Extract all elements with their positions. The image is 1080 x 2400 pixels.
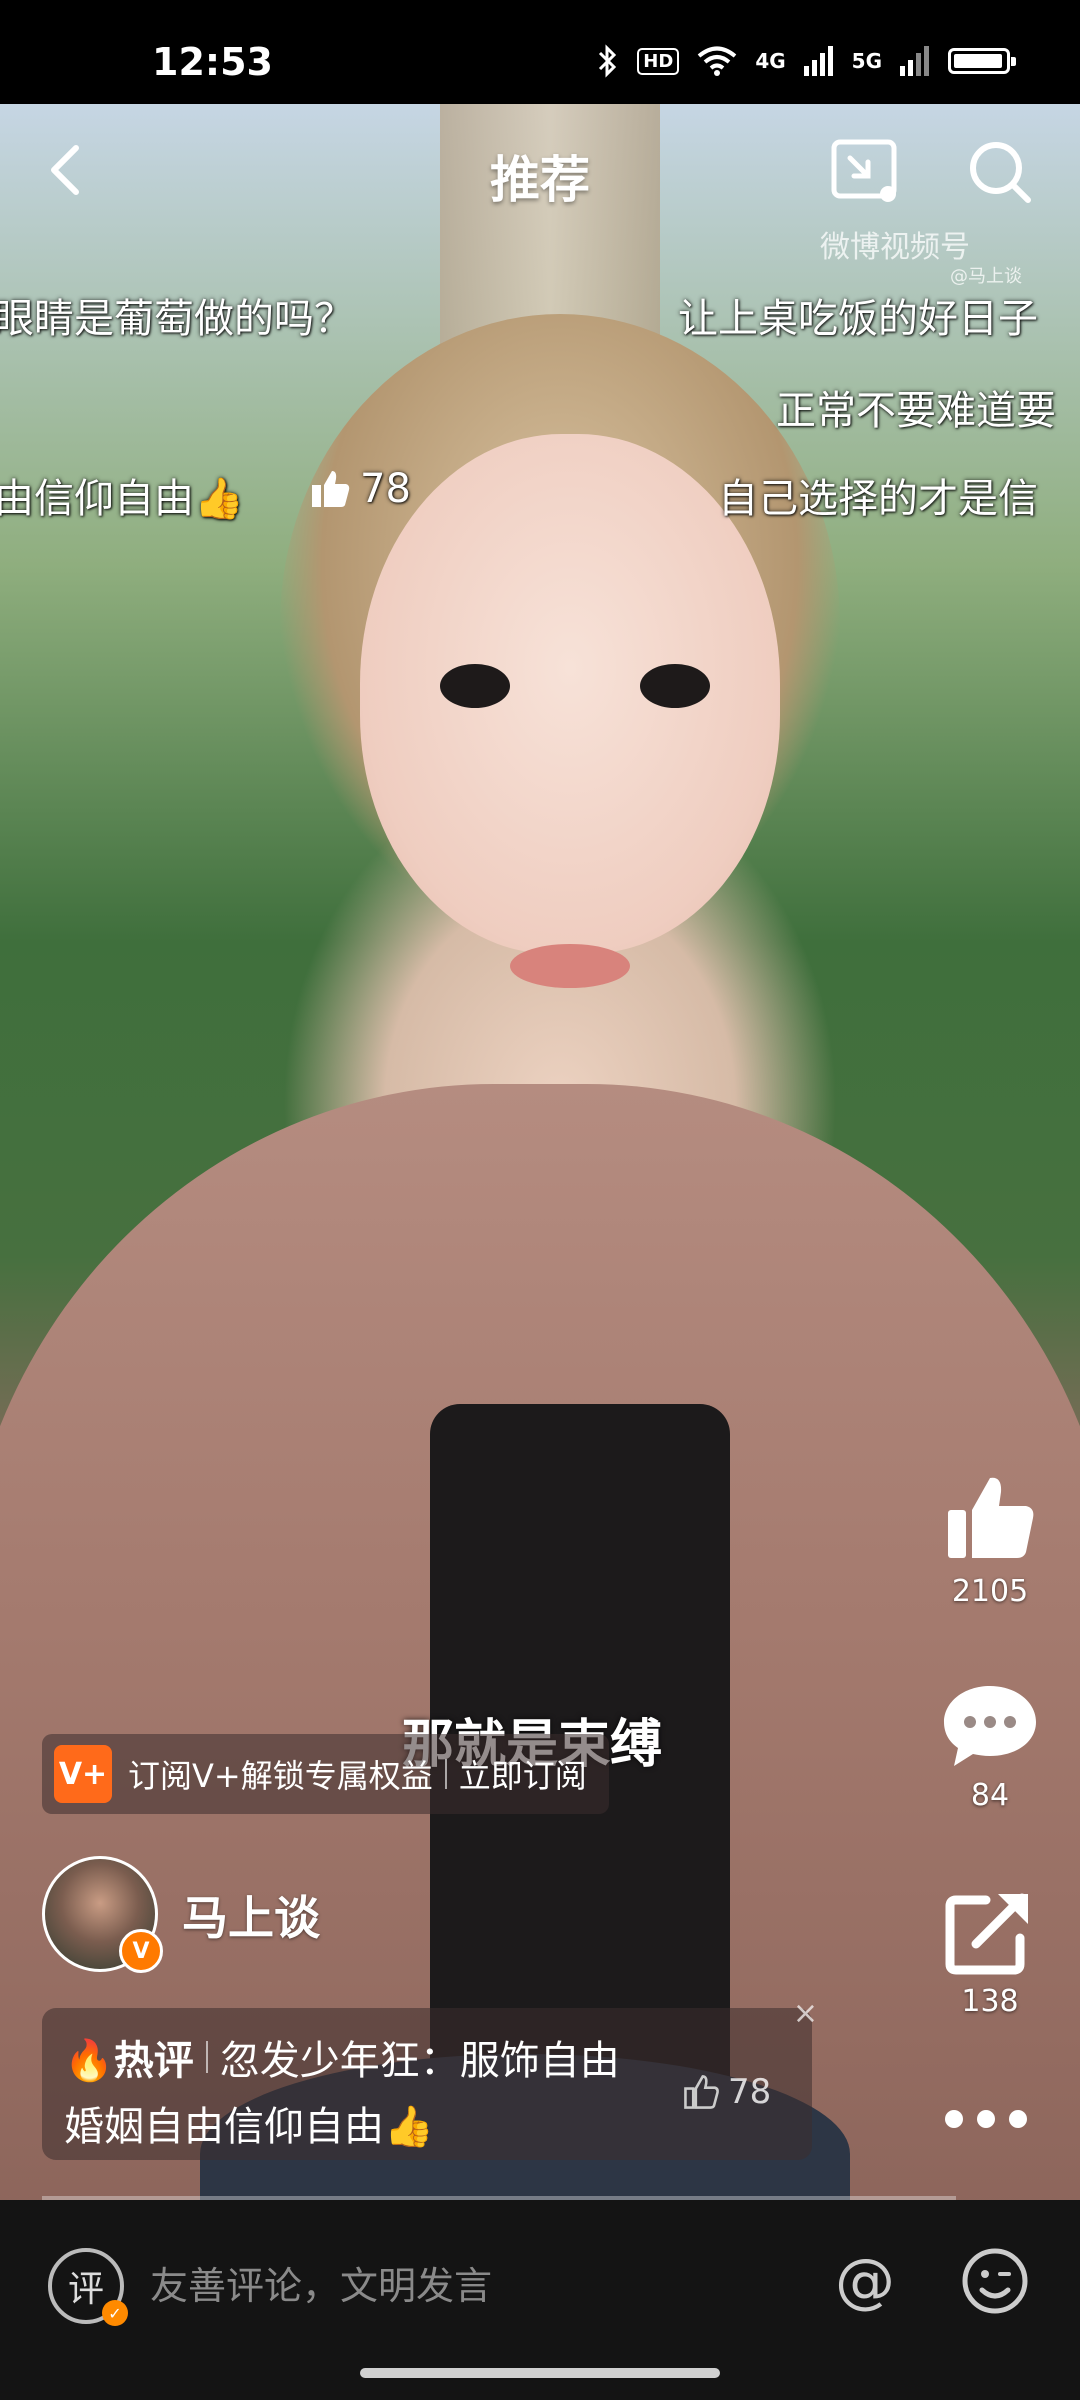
more-dot [977, 2110, 995, 2128]
weibo-watermark-handle: @马上谈 [950, 266, 1022, 287]
emoji-button[interactable] [960, 2246, 1030, 2316]
comment-count: 84 [970, 1778, 1010, 1813]
hot-comment-card[interactable]: × 🔥热评 忽发少年狂 ：服饰自由 婚姻自由信仰自由👍 78 [42, 1996, 818, 2160]
screen-cast-button[interactable] [830, 138, 902, 204]
video-face [360, 434, 780, 954]
banner-divider [444, 1759, 447, 1789]
page-title[interactable]: 推荐 [440, 140, 640, 212]
danmaku-item: 由信仰自由👍 [0, 476, 244, 522]
subscribe-banner[interactable]: V+ 订阅V+解锁专属权益 立即订阅 [42, 1734, 609, 1814]
back-button[interactable] [40, 140, 96, 200]
hot-comment-close-icon[interactable]: × [793, 1996, 818, 2031]
wifi-icon [698, 46, 737, 76]
hot-comment-line1: 🔥热评 忽发少年狂 ：服饰自由 [64, 2028, 620, 2086]
hd-voice-icon: HD [637, 47, 680, 75]
share-button[interactable]: 138 [930, 1886, 1050, 2019]
danmaku-item: 自己选择的才是信 [718, 476, 1038, 522]
battery-level [954, 54, 1002, 68]
weibo-watermark: 微博视频号 [820, 230, 970, 265]
more-options-button[interactable] [945, 2110, 1027, 2128]
status-time: 12:53 [152, 40, 273, 84]
hot-comment-tag: 🔥热评 [64, 2038, 194, 2084]
comment-icon-label: 评 [67, 2269, 104, 2310]
danmaku-item: 正常不要难道要 [776, 388, 1056, 434]
like-button[interactable]: 2105 [930, 1470, 1050, 1609]
thumbs-up-icon [948, 1477, 1034, 1558]
mention-button[interactable]: @ [830, 2246, 900, 2316]
danmaku-like: 78 [308, 466, 411, 512]
hot-comment-like-button[interactable]: 78 [682, 2072, 771, 2112]
verified-badge-icon: V [119, 1929, 163, 1973]
comment-button[interactable]: 84 [930, 1680, 1050, 1813]
video-lips [510, 944, 630, 988]
share-icon [945, 1893, 1028, 1975]
comment-bubble-icon [944, 1686, 1036, 1766]
author-name[interactable]: 马上谈 [182, 1882, 320, 1948]
hot-comment-text-1: ：服饰自由 [419, 2038, 620, 2084]
signal-icon-1 [803, 46, 833, 76]
search-icon [970, 142, 1031, 203]
hot-comment-user[interactable]: 忽发少年狂 [220, 2028, 420, 2086]
more-dot [1009, 2110, 1027, 2128]
battery-icon [948, 48, 1016, 74]
author-avatar[interactable]: V [42, 1856, 163, 1973]
hot-comment-text-2: 婚姻自由信仰自由👍 [64, 2104, 434, 2150]
hot-comment-divider [205, 2041, 208, 2073]
status-bar: 12:53 HD 4G 5G [0, 0, 1080, 104]
video-eye-right [640, 664, 710, 708]
screen-cast-icon [831, 139, 897, 202]
network-5g-label: 5G [851, 49, 882, 73]
video-eye-left [440, 664, 510, 708]
comment-icon-button[interactable]: 评 ✓ [48, 2248, 128, 2326]
thumbs-up-icon [312, 471, 350, 507]
subscribe-now-link[interactable]: 立即订阅 [459, 1751, 587, 1797]
emoji-icon [962, 2248, 1028, 2314]
like-count: 2105 [951, 1574, 1029, 1609]
signal-icon-2 [900, 46, 929, 76]
danmaku-item: 眼睛是葡萄做的吗？ [0, 296, 354, 342]
search-button[interactable] [964, 136, 1036, 208]
subscribe-banner-text: 订阅V+解锁专属权益 [128, 1757, 433, 1795]
hot-comment-like-count: 78 [728, 2072, 772, 2112]
danmaku-like-count: 78 [360, 466, 411, 512]
share-count: 138 [961, 1984, 1019, 2019]
vplus-badge-icon: V+ [54, 1745, 112, 1803]
home-indicator[interactable] [360, 2368, 720, 2378]
bluetooth-icon [599, 44, 617, 78]
comment-badge-icon: ✓ [102, 2300, 128, 2326]
thumbs-up-icon [684, 2075, 719, 2109]
network-4g-label: 4G [755, 49, 786, 73]
danmaku-item: 让上桌吃饭的好日子 [678, 296, 1038, 342]
status-icons: HD 4G 5G [597, 44, 1016, 78]
comment-input[interactable]: 友善评论，文明发言 [150, 2254, 790, 2318]
back-arrow-icon [51, 145, 79, 195]
more-dot [945, 2110, 963, 2128]
